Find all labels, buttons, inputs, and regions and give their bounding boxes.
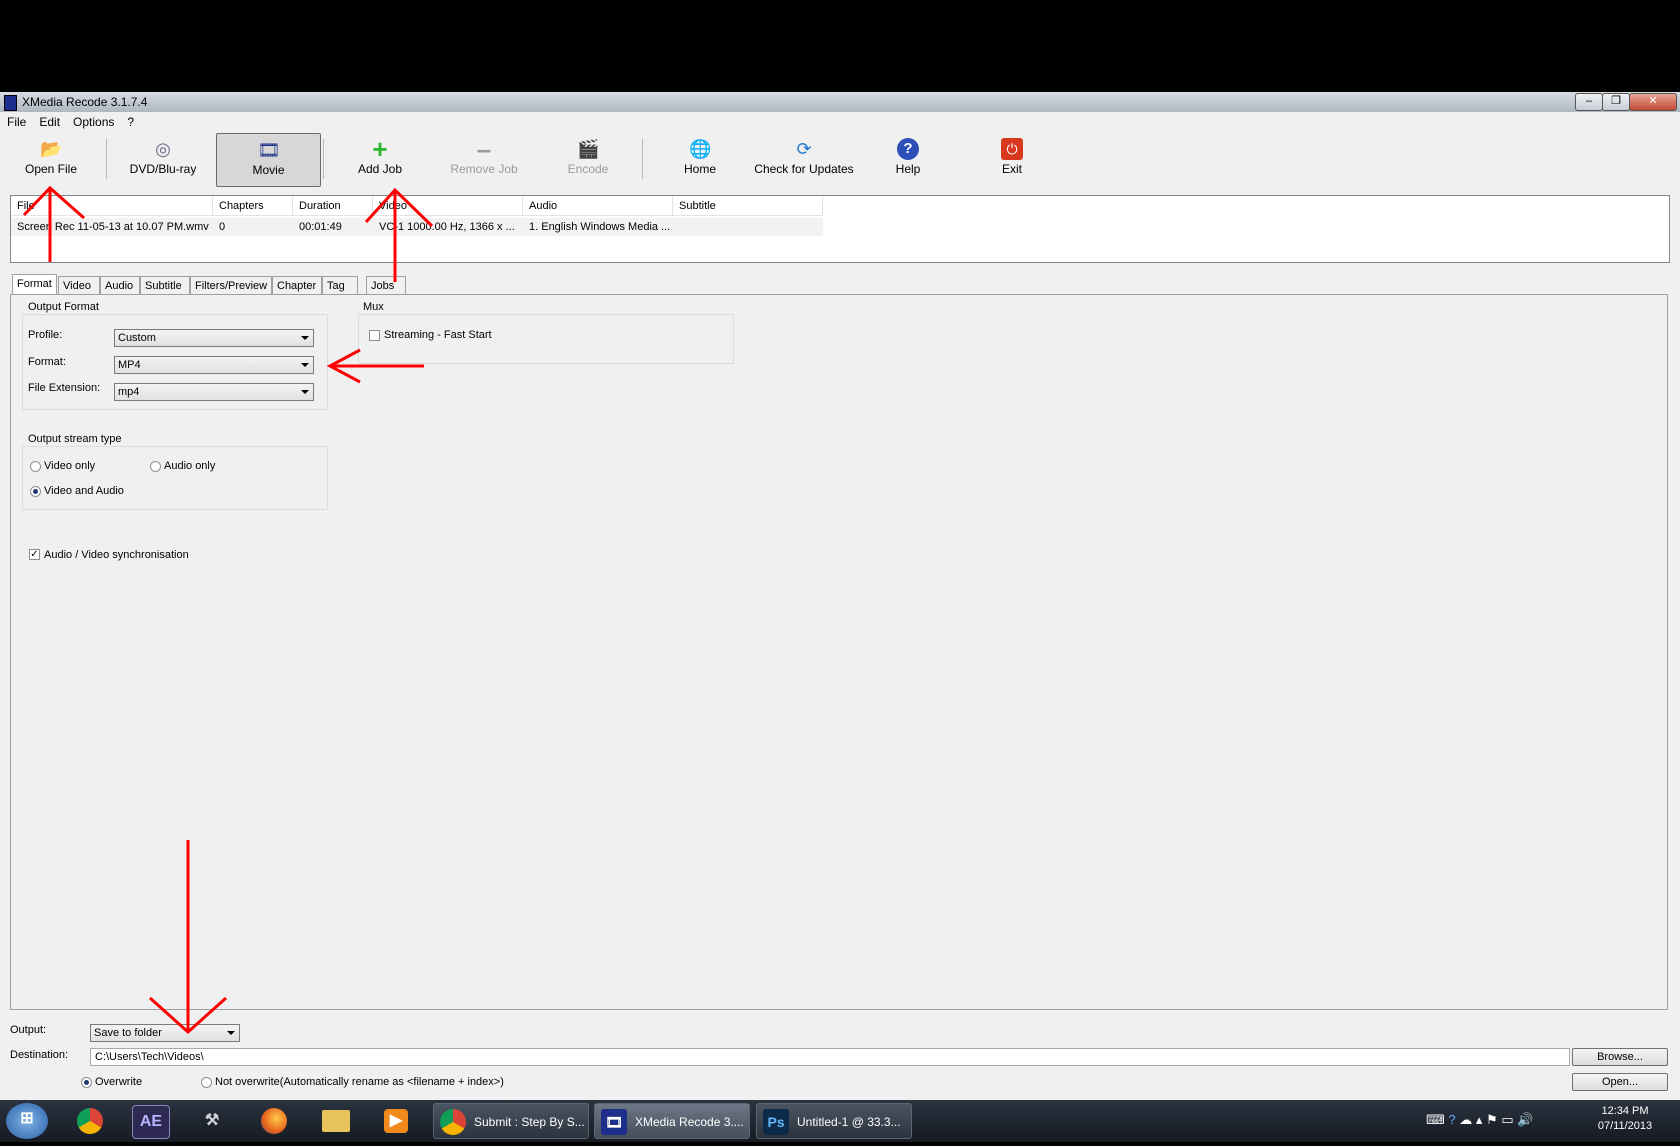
start-button[interactable]: ⊞ xyxy=(6,1103,48,1139)
clock[interactable]: 12:34 PM 07/11/2013 xyxy=(1582,1105,1668,1132)
film-icon: 🎞 xyxy=(601,1109,627,1135)
clock-date: 07/11/2013 xyxy=(1597,1120,1653,1132)
wrench-icon: ⚒ xyxy=(204,1112,220,1129)
photoshop-icon: Ps xyxy=(763,1109,789,1135)
chrome-icon xyxy=(77,1108,103,1134)
task-label: Untitled-1 @ 33.3... xyxy=(797,1115,901,1129)
show-hidden-icon[interactable]: ▴ xyxy=(1476,1112,1483,1127)
play-icon: ▶ xyxy=(384,1109,408,1133)
arrow-add-job xyxy=(364,187,434,282)
volume-icon[interactable]: 🔊 xyxy=(1517,1112,1533,1127)
media-player-taskbar-button[interactable]: ▶ xyxy=(378,1105,414,1137)
after-effects-icon: AE xyxy=(139,1113,163,1130)
after-effects-taskbar-button[interactable]: AE xyxy=(132,1105,170,1139)
firefox-taskbar-button[interactable] xyxy=(256,1105,292,1137)
task-chrome-submit[interactable]: Submit : Step By S... xyxy=(433,1103,589,1139)
windows-logo-icon: ⊞ xyxy=(20,1110,34,1127)
task-label: Submit : Step By S... xyxy=(474,1115,585,1129)
clock-time: 12:34 PM xyxy=(1601,1105,1649,1117)
tray-icons[interactable]: ⌨ ? ☁ ▴ ⚑ ▭ 🔊 xyxy=(1426,1112,1533,1128)
firefox-icon xyxy=(261,1108,287,1134)
task-photoshop[interactable]: Ps Untitled-1 @ 33.3... xyxy=(756,1103,912,1139)
cloud-icon[interactable]: ☁ xyxy=(1459,1112,1472,1127)
tools-taskbar-button[interactable]: ⚒ xyxy=(194,1105,230,1137)
arrow-format xyxy=(326,348,424,384)
explorer-taskbar-button[interactable] xyxy=(318,1105,354,1137)
task-xmedia-recode[interactable]: 🎞 XMedia Recode 3.... xyxy=(594,1103,750,1139)
folder-icon xyxy=(322,1110,350,1132)
taskbar: ⊞ AE ⚒ ▶ Submit : Step By S... 🎞 XMedia … xyxy=(0,1100,1680,1142)
keyboard-icon[interactable]: ⌨ xyxy=(1426,1112,1445,1127)
flag-icon[interactable]: ⚑ xyxy=(1486,1112,1498,1127)
task-label: XMedia Recode 3.... xyxy=(635,1115,744,1129)
chrome-icon xyxy=(440,1109,466,1135)
annotation-arrows xyxy=(22,185,434,1035)
arrow-open-file xyxy=(22,185,85,262)
help-tray-icon[interactable]: ? xyxy=(1448,1112,1455,1127)
chrome-taskbar-button[interactable] xyxy=(72,1105,108,1137)
arrow-output xyxy=(148,840,228,1035)
network-icon[interactable]: ▭ xyxy=(1501,1112,1513,1127)
